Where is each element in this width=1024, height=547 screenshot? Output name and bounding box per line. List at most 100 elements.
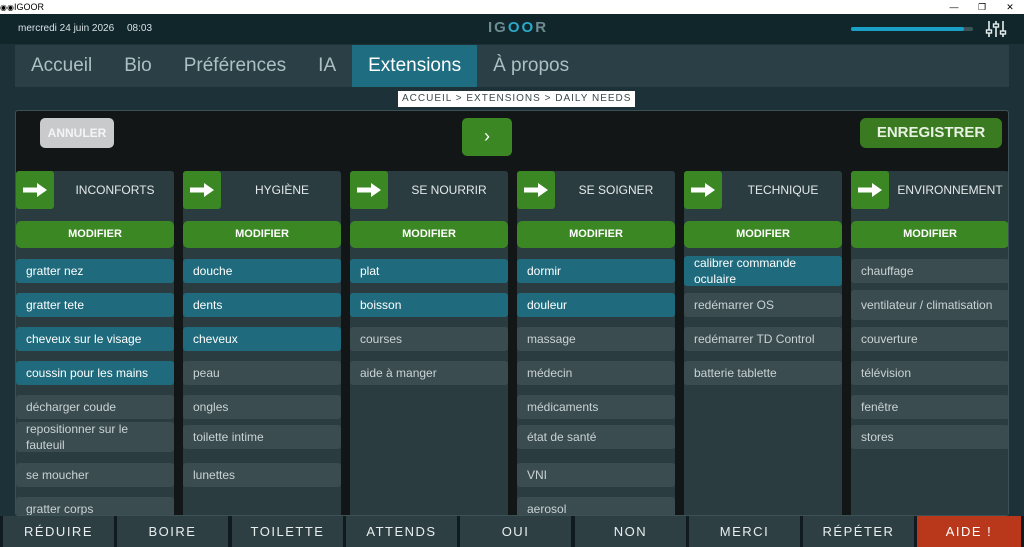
list-item[interactable]: VNI: [517, 463, 675, 487]
category-header: INCONFORTS: [16, 171, 174, 211]
list-item[interactable]: plat: [350, 259, 508, 283]
list-item[interactable]: gratter tete: [16, 293, 174, 317]
modify-button[interactable]: MODIFIER: [350, 221, 508, 248]
category-header: ENVIRONNEMENT: [851, 171, 1008, 211]
category-title: ENVIRONNEMENT: [897, 183, 1003, 197]
list-item[interactable]: boisson: [350, 293, 508, 317]
open-category-button[interactable]: [350, 171, 388, 209]
category-column: SE NOURRIR MODIFIER plat boisson courses aide…: [350, 171, 508, 515]
list-item[interactable]: peau: [183, 361, 341, 385]
cancel-button[interactable]: ANNULER: [40, 118, 114, 148]
tab-5[interactable]: À propos: [477, 45, 585, 87]
quick-phrase-bar: RÉDUIRE BOIRE TOILETTE ATTENDS OUI NON MERCI RÉ…: [0, 516, 1024, 547]
category-column: ENVIRONNEMENT MODIFIER chauffage ventilateu…: [851, 171, 1008, 515]
list-item[interactable]: couverture: [851, 327, 1008, 351]
list-item[interactable]: douleur: [517, 293, 675, 317]
category-title: SE SOIGNER: [578, 183, 654, 197]
list-item[interactable]: calibrer commande oculaire: [684, 256, 842, 286]
open-category-button[interactable]: [517, 171, 555, 209]
arrow-right-icon: [691, 183, 715, 197]
list-item[interactable]: toilette intime: [183, 425, 341, 449]
category-column: SE SOIGNER MODIFIER dormir douleur massage mé…: [517, 171, 675, 515]
arrow-right-icon: [357, 183, 381, 197]
list-item[interactable]: aide à manger: [350, 361, 508, 385]
list-item[interactable]: dormir: [517, 259, 675, 283]
tab-1[interactable]: Bio: [108, 45, 167, 87]
list-item[interactable]: lunettes: [183, 463, 341, 487]
list-item[interactable]: se moucher: [16, 463, 174, 487]
list-item[interactable]: médecin: [517, 361, 675, 385]
list-item[interactable]: dents: [183, 293, 341, 317]
modify-button[interactable]: MODIFIER: [851, 221, 1008, 248]
phrase-button[interactable]: TOILETTE: [232, 516, 343, 547]
main-tabs: Accueil Bio Préférences IA Extensions À propo…: [15, 45, 1009, 87]
phrase-button[interactable]: AIDE !: [917, 516, 1021, 547]
brand-logo: IGOOR: [488, 19, 549, 36]
open-category-button[interactable]: [851, 171, 889, 209]
list-item[interactable]: redémarrer TD Control: [684, 327, 842, 351]
list-item[interactable]: gratter corps: [16, 497, 174, 515]
app-logo-icon: ◉◉: [0, 2, 14, 12]
restore-icon[interactable]: ❐: [968, 0, 996, 14]
list-item[interactable]: cheveux sur le visage: [16, 327, 174, 351]
phrase-button[interactable]: ATTENDS: [346, 516, 457, 547]
tab-3[interactable]: IA: [302, 45, 352, 87]
tab-4[interactable]: Extensions: [352, 45, 478, 87]
modify-button[interactable]: MODIFIER: [684, 221, 842, 248]
equalizer-settings-icon[interactable]: [985, 19, 1007, 39]
phrase-button[interactable]: MERCI: [689, 516, 800, 547]
list-item[interactable]: cheveux: [183, 327, 341, 351]
volume-slider-fill: [851, 27, 965, 31]
save-button[interactable]: ENREGISTRER: [860, 118, 1002, 148]
phrase-button[interactable]: OUI: [460, 516, 571, 547]
phrase-button[interactable]: RÉDUIRE: [3, 516, 114, 547]
list-item[interactable]: repositionner sur le fauteuil: [16, 422, 174, 452]
modify-button[interactable]: MODIFIER: [517, 221, 675, 248]
list-item[interactable]: ongles: [183, 395, 341, 419]
list-item[interactable]: chauffage: [851, 259, 1008, 283]
list-item[interactable]: batterie tablette: [684, 361, 842, 385]
list-item[interactable]: médicaments: [517, 395, 675, 419]
list-item[interactable]: coussin pour les mains: [16, 361, 174, 385]
list-item[interactable]: fenêtre: [851, 395, 1008, 419]
category-column: INCONFORTS MODIFIER gratter nez gratter tet…: [16, 171, 174, 515]
category-header: SE SOIGNER: [517, 171, 675, 211]
list-item[interactable]: massage: [517, 327, 675, 351]
list-item[interactable]: redémarrer OS: [684, 293, 842, 317]
list-item[interactable]: courses: [350, 327, 508, 351]
modify-button[interactable]: MODIFIER: [183, 221, 341, 248]
tab-2[interactable]: Préférences: [168, 45, 302, 87]
arrow-right-icon: [190, 183, 214, 197]
list-item[interactable]: gratter nez: [16, 259, 174, 283]
arrow-right-icon: [524, 183, 548, 197]
list-item[interactable]: télévision: [851, 361, 1008, 385]
list-item[interactable]: aerosol: [517, 497, 675, 515]
chevron-right-icon: ›: [484, 126, 490, 146]
arrow-right-icon: [23, 183, 47, 197]
phrase-button[interactable]: RÉPÉTER: [803, 516, 914, 547]
list-item[interactable]: décharger coude: [16, 395, 174, 419]
open-category-button[interactable]: [684, 171, 722, 209]
category-title: INCONFORTS: [75, 183, 155, 197]
list-item[interactable]: état de santé: [517, 425, 675, 449]
tab-0[interactable]: Accueil: [15, 45, 108, 87]
open-category-button[interactable]: [16, 171, 54, 209]
category-header: SE NOURRIR: [350, 171, 508, 211]
window-title: IGOOR: [14, 2, 45, 12]
modify-button[interactable]: MODIFIER: [16, 221, 174, 248]
minimize-icon[interactable]: —: [940, 0, 968, 14]
list-item[interactable]: stores: [851, 425, 1008, 449]
phrase-button[interactable]: BOIRE: [117, 516, 228, 547]
breadcrumb: ACCUEIL > EXTENSIONS > DAILY NEEDS: [398, 91, 636, 107]
next-page-button[interactable]: ›: [462, 118, 512, 156]
close-icon[interactable]: ✕: [996, 0, 1024, 14]
arrow-right-icon: [858, 183, 882, 197]
category-header: HYGIÈNE: [183, 171, 341, 211]
list-item[interactable]: douche: [183, 259, 341, 283]
category-title: SE NOURRIR: [411, 183, 487, 197]
current-time: 08:03: [127, 23, 153, 34]
open-category-button[interactable]: [183, 171, 221, 209]
list-item[interactable]: ventilateur / climatisation: [851, 290, 1008, 320]
phrase-button[interactable]: NON: [575, 516, 686, 547]
volume-slider[interactable]: [851, 27, 973, 31]
